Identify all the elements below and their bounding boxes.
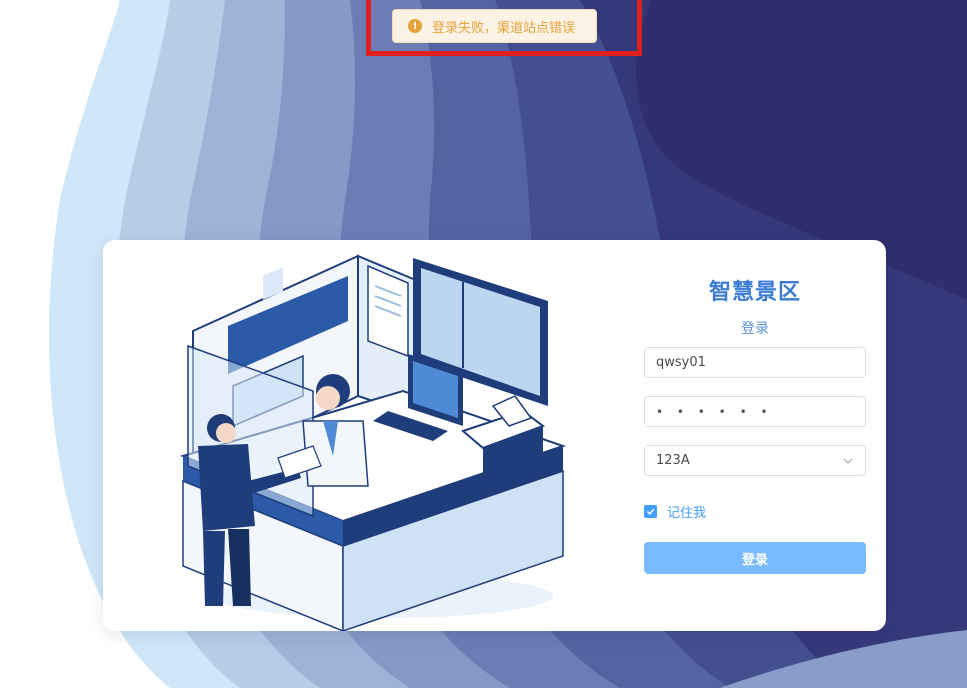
username-input[interactable]: qwsy01 — [644, 347, 866, 378]
site-select-value: 123A — [656, 453, 690, 468]
service-desk-illustration — [179, 254, 567, 631]
checkbox-checked-icon — [644, 505, 657, 518]
login-subtitle: 登录 — [741, 321, 769, 337]
chevron-down-icon — [843, 458, 853, 464]
password-input[interactable]: • • • • • • — [644, 396, 866, 427]
app-title: 智慧景区 — [708, 280, 801, 305]
remember-me-label: 记住我 — [667, 506, 707, 521]
remember-me-checkbox[interactable]: 记住我 — [644, 502, 706, 521]
login-button[interactable]: 登录 — [644, 542, 866, 574]
toast-highlight-box — [366, 0, 642, 56]
username-value: qwsy01 — [656, 355, 706, 370]
login-card: 智慧景区 登录 qwsy01 • • • • • • 123A 记住我 登录 — [103, 240, 886, 631]
password-mask: • • • • • • — [656, 404, 773, 419]
site-select[interactable]: 123A — [644, 445, 866, 476]
